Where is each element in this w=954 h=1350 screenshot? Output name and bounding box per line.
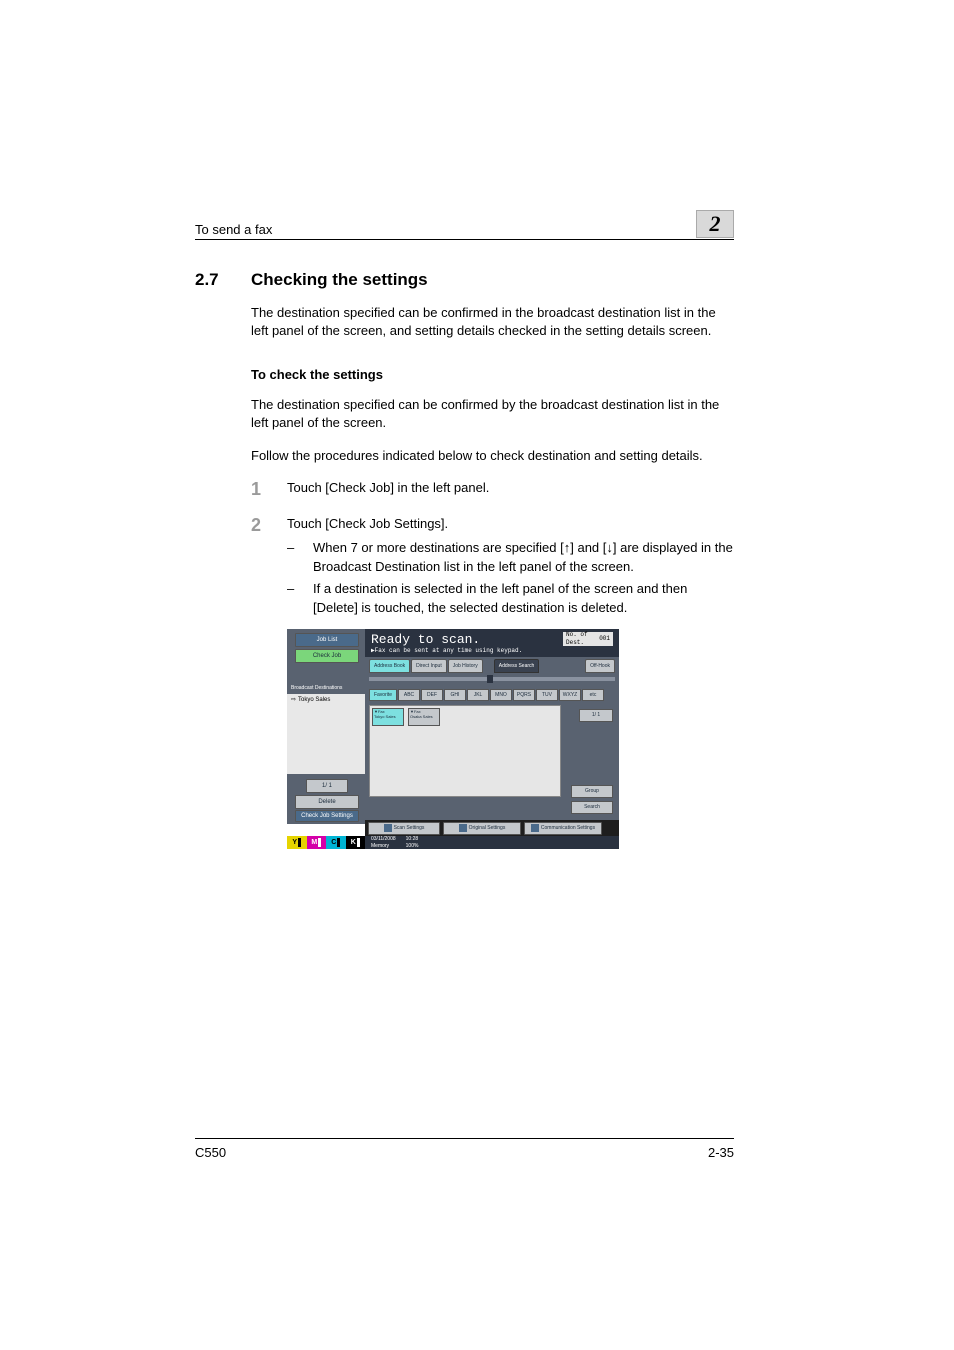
subheading: To check the settings (251, 367, 734, 382)
alpha-jkl[interactable]: JKL (467, 689, 489, 701)
tab-address-search[interactable]: Address Search (494, 659, 540, 673)
alpha-mno[interactable]: MNO (490, 689, 512, 701)
step-text-1: Touch [Check Job] in the left panel. (287, 479, 734, 501)
tab-job-history[interactable]: Job History (448, 659, 483, 673)
alpha-abc[interactable]: ABC (398, 689, 420, 701)
broadcast-list: ⇨ Tokyo Sales (287, 694, 365, 774)
left-pager: 1/ 1 (306, 779, 348, 793)
tab-direct-input[interactable]: Direct Input (411, 659, 447, 673)
status-line: 03/11/2008 Memory 10:28 100% (365, 836, 619, 849)
alpha-pqrs[interactable]: PQRS (513, 689, 535, 701)
alpha-ghi[interactable]: GHI (444, 689, 466, 701)
section-number: 2.7 (195, 270, 227, 290)
alpha-tuv[interactable]: TUV (536, 689, 558, 701)
delete-button[interactable]: Delete (295, 795, 359, 809)
step-text-2: Touch [Check Job Settings]. (287, 515, 734, 533)
right-pager: 1/ 1 (579, 709, 613, 722)
tab-address-book[interactable]: Address Book (369, 659, 410, 673)
sub-paragraph-2: Follow the procedures indicated below to… (251, 447, 734, 465)
footer-page: 2-35 (708, 1145, 734, 1160)
step2-sub2: If a destination is selected in the left… (313, 580, 734, 617)
section-title: Checking the settings (251, 270, 428, 290)
alpha-favorite[interactable]: Favorite (369, 689, 397, 701)
search-button[interactable]: Search (571, 801, 613, 814)
embedded-screenshot: Ready to scan. ▶Fax can be sent at any t… (287, 629, 619, 849)
broadcast-label: Broadcast Destinations (291, 685, 342, 692)
step-number-2: 2 (251, 515, 267, 849)
bullet-dash: – (287, 580, 299, 617)
arrow-icon: ⇨ (291, 696, 296, 705)
ready-subline: ▶Fax can be sent at any time using keypa… (371, 647, 522, 656)
footer-model: C550 (195, 1145, 226, 1160)
check-job-button[interactable]: Check Job (295, 649, 359, 663)
tab-off-hook[interactable]: Off-Hook (585, 659, 615, 673)
bullet-dash: – (287, 539, 299, 576)
alpha-wxyz[interactable]: WXYZ (559, 689, 581, 701)
job-list-button[interactable]: Job List (295, 633, 359, 647)
group-button[interactable]: Group (571, 785, 613, 798)
contact-card[interactable]: ▼Fax Osaka Sales (408, 708, 440, 726)
check-job-settings-button[interactable]: Check Job Settings (295, 810, 359, 822)
dest-count-box: No. of Dest.001 (563, 632, 613, 646)
intro-paragraph: The destination specified can be confirm… (251, 304, 734, 341)
contact-card[interactable]: ▼Fax Tokyo Sales (372, 708, 404, 726)
step2-sub1: When 7 or more destinations are specifie… (313, 539, 734, 576)
list-item[interactable]: ⇨ Tokyo Sales (287, 694, 365, 707)
step-number-1: 1 (251, 479, 267, 501)
alpha-def[interactable]: DEF (421, 689, 443, 701)
alpha-etc[interactable]: etc (582, 689, 604, 701)
toner-levels: Y M C K (287, 836, 365, 849)
sub-paragraph-1: The destination specified can be confirm… (251, 396, 734, 433)
chapter-number-tab: 2 (696, 210, 734, 238)
running-header: To send a fax (195, 222, 272, 237)
